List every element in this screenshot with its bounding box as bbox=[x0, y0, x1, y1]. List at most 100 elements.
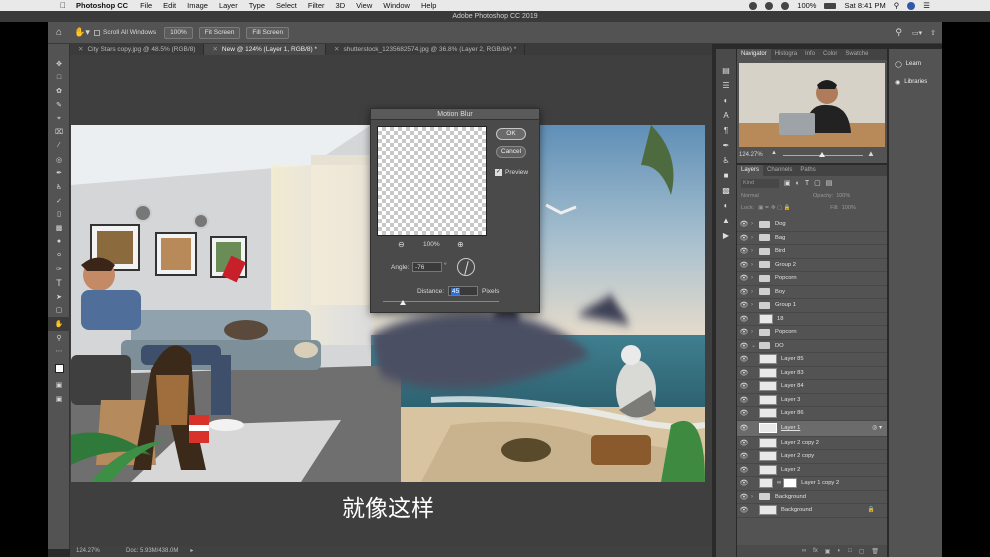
menu-list-icon[interactable]: ☰ bbox=[923, 1, 930, 10]
close-icon[interactable]: ✕ bbox=[212, 46, 217, 53]
layer-mask-thumbnail[interactable] bbox=[783, 478, 798, 489]
tab-swatches[interactable]: Swatche bbox=[841, 49, 872, 60]
visibility-eye-icon[interactable]: 👁 bbox=[737, 439, 751, 447]
wifi-icon[interactable] bbox=[781, 1, 790, 10]
add-mask-icon[interactable]: ▣ bbox=[825, 548, 831, 555]
zoom-in-icon[interactable]: ⊕ bbox=[457, 240, 464, 249]
more-icon[interactable]: ⋯ bbox=[48, 344, 70, 358]
visibility-eye-icon[interactable]: 👁 bbox=[737, 369, 751, 377]
learn-button[interactable]: ◯ Learn bbox=[889, 55, 942, 73]
layer-row[interactable]: 👁 18 bbox=[737, 313, 887, 326]
adjustments-panel-icon[interactable]: ◐ bbox=[716, 93, 736, 108]
zoom-out-icon[interactable]: ⊖ bbox=[398, 240, 405, 249]
tab-new[interactable]: ✕ New @ 124% (Layer 1, RGB/8) * bbox=[204, 44, 327, 55]
glyphs-panel-icon[interactable]: ■ bbox=[716, 168, 736, 183]
layer-row[interactable]: 👁↵ Layer 3 bbox=[737, 394, 887, 407]
nav-zoom-in-icon[interactable]: ▲ bbox=[867, 149, 875, 158]
path-select-icon[interactable]: ➤ bbox=[48, 290, 70, 304]
dodge-icon[interactable]: ⚪ bbox=[48, 249, 70, 263]
fx-icon[interactable]: fx bbox=[813, 548, 818, 554]
history-brush-icon[interactable]: ✓ bbox=[48, 194, 70, 208]
layer-row[interactable]: 👁 › Group 1 bbox=[737, 299, 887, 313]
crop-icon[interactable]: ⌖ bbox=[48, 112, 70, 126]
actions-panel-icon[interactable]: ▶ bbox=[716, 228, 736, 243]
styles-panel-icon[interactable]: ◐ bbox=[716, 198, 736, 213]
visibility-eye-icon[interactable]: 👁 bbox=[737, 261, 751, 269]
gradient-icon[interactable]: ▩ bbox=[48, 221, 70, 235]
nav-zoom-thumb[interactable] bbox=[819, 152, 825, 157]
app-menu[interactable]: Photoshop CC bbox=[76, 1, 128, 10]
fit-screen-button[interactable]: Fit Screen bbox=[198, 26, 241, 39]
visibility-eye-icon[interactable]: 👁 bbox=[737, 452, 751, 460]
workspace-icon[interactable]: ▭▾ bbox=[912, 29, 922, 37]
adjustment-layer-icon[interactable]: ◐ bbox=[837, 548, 841, 554]
layer-row[interactable]: 👁 Layer 2 copy 2 bbox=[737, 437, 887, 450]
fill-screen-button[interactable]: Fill Screen bbox=[246, 26, 290, 39]
swatches-panel-icon[interactable]: ▩ bbox=[716, 183, 736, 198]
tab-histogram[interactable]: Histogra bbox=[771, 49, 801, 60]
menu-edit[interactable]: Edit bbox=[163, 1, 176, 10]
brush-panel-icon[interactable]: ✒ bbox=[716, 138, 736, 153]
collapse-chevron-icon[interactable]: ⌄ bbox=[751, 342, 759, 349]
layer-row[interactable]: 👁 › Popcorn bbox=[737, 272, 887, 286]
ok-button[interactable]: OK bbox=[496, 128, 526, 140]
character-panel-icon[interactable]: A bbox=[716, 108, 736, 123]
close-icon[interactable]: ✕ bbox=[78, 46, 83, 53]
visibility-eye-icon[interactable]: 👁 bbox=[737, 424, 751, 432]
user-avatar-icon[interactable] bbox=[907, 1, 916, 10]
smart-filter-icon[interactable]: ◎ ▾ bbox=[872, 425, 882, 431]
blend-mode-select[interactable]: Normal bbox=[741, 193, 805, 199]
expand-chevron-icon[interactable]: › bbox=[751, 275, 759, 281]
visibility-eye-icon[interactable]: 👁 bbox=[737, 479, 751, 487]
hand-icon[interactable]: ✋ bbox=[48, 317, 70, 331]
lasso-icon[interactable]: ✿ bbox=[48, 84, 70, 98]
visibility-eye-icon[interactable]: 👁 bbox=[737, 301, 751, 309]
layer-row[interactable]: 👁 ⌄ DO bbox=[737, 340, 887, 353]
tab-navigator[interactable]: Navigator bbox=[737, 49, 771, 60]
eraser-icon[interactable]: ▯ bbox=[48, 208, 70, 222]
paragraph-panel-icon[interactable]: ¶ bbox=[716, 123, 736, 138]
frame-icon[interactable]: ⌧ bbox=[48, 125, 70, 139]
healing-icon[interactable]: ◎ bbox=[48, 153, 70, 167]
distance-input[interactable]: 45 bbox=[448, 286, 478, 296]
nav-zoom-readout[interactable]: 124.27% bbox=[739, 152, 763, 158]
eyedropper-icon[interactable]: ⁄ bbox=[48, 139, 70, 153]
scroll-all-checkbox[interactable] bbox=[94, 29, 100, 36]
layer-row[interactable]: 👁 › Boy bbox=[737, 286, 887, 299]
new-layer-icon[interactable]: ▢ bbox=[859, 548, 865, 555]
menu-window[interactable]: Window bbox=[383, 1, 410, 10]
menu-view[interactable]: View bbox=[356, 1, 372, 10]
menu-3d[interactable]: 3D bbox=[336, 1, 346, 10]
clone-panel-icon[interactable]: ♿ bbox=[716, 153, 736, 168]
visibility-eye-icon[interactable]: 👁 bbox=[737, 493, 751, 501]
expand-chevron-icon[interactable]: › bbox=[751, 302, 759, 308]
history-panel-icon[interactable]: ▤ bbox=[716, 63, 736, 78]
expand-chevron-icon[interactable]: › bbox=[751, 221, 759, 227]
stamp-icon[interactable]: ♿ bbox=[48, 180, 70, 194]
share-icon[interactable]: ⇧ bbox=[930, 29, 936, 37]
preview-checkbox[interactable]: ✓ bbox=[495, 169, 502, 176]
menu-type[interactable]: Type bbox=[249, 1, 265, 10]
visibility-eye-icon[interactable]: 👁 bbox=[737, 274, 751, 282]
layer-row[interactable]: 👁 Background 🔒 bbox=[737, 504, 887, 518]
hand-tool-preset-icon[interactable]: ✋▾ bbox=[70, 27, 94, 38]
quick-select-icon[interactable]: ✎ bbox=[48, 98, 70, 112]
filter-pixel-icon[interactable]: ▣ bbox=[784, 179, 791, 187]
filter-kind-select[interactable]: Kind bbox=[741, 178, 779, 188]
tab-layers[interactable]: Layers bbox=[737, 165, 764, 176]
screenmode-icon[interactable]: ▣ bbox=[48, 392, 70, 406]
search-icon[interactable]: ⚲ bbox=[895, 27, 902, 38]
layer-row[interactable]: 👁 › Bird bbox=[737, 245, 887, 259]
quickmask-icon[interactable]: ▣ bbox=[48, 378, 70, 392]
colors-icon[interactable] bbox=[48, 358, 70, 378]
menu-filter[interactable]: Filter bbox=[308, 1, 325, 10]
layer-row[interactable]: 👁↵ Layer 85 bbox=[737, 353, 887, 367]
visibility-eye-icon[interactable]: 👁 bbox=[737, 328, 751, 336]
expand-chevron-icon[interactable]: › bbox=[751, 248, 759, 254]
visibility-eye-icon[interactable]: 👁 bbox=[737, 234, 751, 242]
lock-icons[interactable]: ▣ ✒ ✥ ▢ 🔒 bbox=[758, 205, 818, 211]
home-icon[interactable]: ⌂ bbox=[48, 27, 70, 38]
brush-icon[interactable]: ✒ bbox=[48, 167, 70, 181]
record-icon[interactable] bbox=[749, 1, 758, 10]
visibility-eye-icon[interactable]: 👁 bbox=[737, 355, 751, 363]
